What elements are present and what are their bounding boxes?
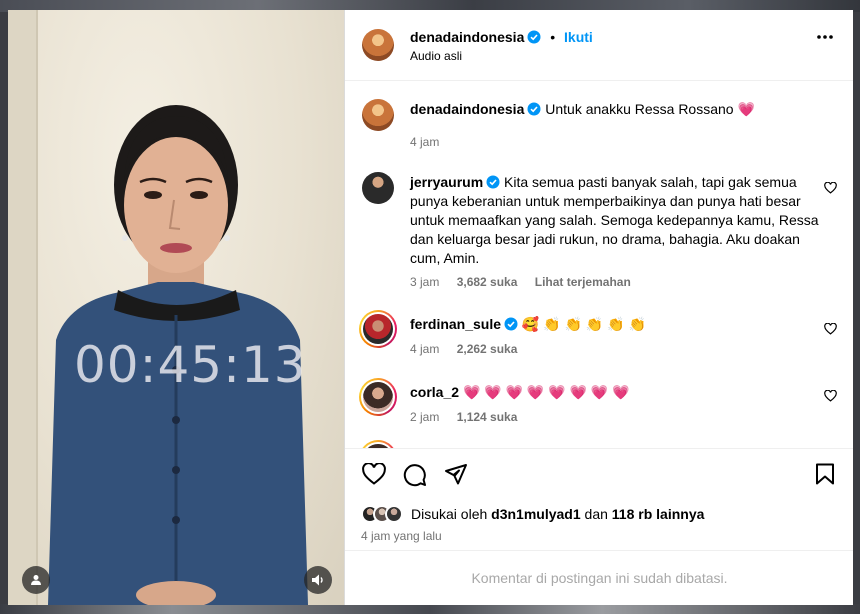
post-panel: denadaindonesia • Ikuti Audio asli denad…	[344, 10, 853, 605]
comment-avatar-partial[interactable]	[359, 440, 397, 448]
caption-meta: 4 jam	[410, 135, 453, 149]
comment-username[interactable]: corla_2	[410, 384, 459, 400]
post-header: denadaindonesia • Ikuti Audio asli	[345, 10, 853, 81]
mute-toggle-button[interactable]	[304, 566, 332, 594]
comment-icon[interactable]	[403, 463, 427, 487]
comment-avatar[interactable]	[359, 378, 397, 416]
comment-username[interactable]: ferdinan_sule	[410, 316, 501, 332]
more-icon[interactable]	[816, 34, 834, 40]
video-timer-overlay: 00:45:13	[74, 336, 307, 394]
comment-avatar[interactable]	[362, 172, 394, 204]
verified-icon	[527, 102, 541, 116]
caption-username[interactable]: denadaindonesia	[410, 101, 524, 117]
comment-body: ferdinan_sule 🥰 👏 👏 👏 👏 👏	[410, 315, 820, 334]
post-modal: 00:45:13 denadaindonesia • Ikuti Audio a…	[8, 10, 853, 605]
share-icon[interactable]	[444, 463, 468, 485]
likes-count[interactable]: 118 rb lainnya	[612, 506, 705, 522]
caption-avatar[interactable]	[362, 99, 394, 131]
liker-username[interactable]: d3n1mulyad1	[491, 506, 580, 522]
user-icon	[31, 575, 41, 585]
likes-middle: dan	[584, 506, 608, 522]
tagged-users-button[interactable]	[22, 566, 50, 594]
caption-time[interactable]: 4 jam	[410, 135, 439, 149]
like-icon[interactable]	[362, 463, 386, 485]
caption: denadaindonesia Untuk anakku Ressa Rossa…	[345, 82, 853, 152]
post-time[interactable]: 4 jam yang lalu	[361, 529, 442, 543]
caption-emoji: 💗	[737, 101, 755, 117]
heart-icon[interactable]	[824, 390, 837, 402]
audio-link[interactable]: Audio asli	[410, 49, 462, 63]
comment-text: 💗 💗 💗 💗 💗 💗 💗 💗	[462, 384, 630, 400]
comments-list[interactable]: denadaindonesia Untuk anakku Ressa Rossa…	[345, 82, 853, 448]
comment-item: corla_2 💗 💗 💗 💗 💗 💗 💗 💗 2 jam 1,124 suka	[345, 376, 853, 432]
heart-icon[interactable]	[824, 182, 837, 194]
backdrop-bottom	[0, 604, 860, 614]
comment-time[interactable]: 4 jam	[410, 342, 439, 356]
comment-avatar[interactable]	[359, 310, 397, 348]
comment-item: jerryaurum Kita semua pasti banyak salah…	[345, 162, 853, 290]
likes-text: Disukai oleh d3n1mulyad1 dan 118 rb lain…	[411, 506, 704, 522]
comment-meta: 4 jam 2,262 suka	[410, 342, 531, 356]
follow-button[interactable]: Ikuti	[564, 29, 593, 45]
comment-body: corla_2 💗 💗 💗 💗 💗 💗 💗 💗	[410, 383, 820, 402]
verified-icon	[527, 30, 541, 44]
comment-item: ferdinan_sule 🥰 👏 👏 👏 👏 👏 4 jam 2,262 su…	[345, 308, 853, 364]
author-line: denadaindonesia • Ikuti	[410, 29, 593, 45]
comment-time[interactable]: 2 jam	[410, 410, 439, 424]
comment-likes[interactable]: 2,262 suka	[457, 342, 518, 356]
translate-link[interactable]: Lihat terjemahan	[535, 275, 631, 289]
caption-text: Untuk anakku Ressa Rossano	[545, 101, 734, 117]
liker-avatar	[385, 505, 403, 523]
action-bar: Disukai oleh d3n1mulyad1 dan 118 rb lain…	[345, 448, 853, 558]
likes-summary: Disukai oleh d3n1mulyad1 dan 118 rb lain…	[361, 505, 704, 523]
likes-prefix: Disukai oleh	[411, 506, 488, 522]
author-username[interactable]: denadaindonesia	[410, 29, 524, 45]
comment-meta: 2 jam 1,124 suka	[410, 410, 531, 424]
backdrop-left	[0, 12, 8, 604]
comment-body: jerryaurum Kita semua pasti banyak salah…	[410, 173, 820, 268]
comment-likes[interactable]: 3,682 suka	[457, 275, 518, 289]
separator-dot: •	[550, 29, 556, 45]
comment-time[interactable]: 3 jam	[410, 275, 439, 289]
comment-username[interactable]: jerryaurum	[410, 174, 483, 190]
comment-likes[interactable]: 1,124 suka	[457, 410, 518, 424]
video-player[interactable]: 00:45:13	[8, 10, 344, 605]
backdrop-right	[853, 12, 860, 604]
comment-text: 🥰 👏 👏 👏 👏 👏	[521, 316, 646, 332]
verified-icon	[504, 317, 518, 331]
author-avatar[interactable]	[362, 29, 394, 61]
caption-text-line: denadaindonesia Untuk anakku Ressa Rossa…	[410, 100, 820, 119]
comment-meta: 3 jam 3,682 suka Lihat terjemahan	[410, 275, 645, 289]
comments-restricted-notice: Komentar di postingan ini sudah dibatasi…	[345, 550, 853, 605]
video-frame-person	[48, 105, 308, 605]
speaker-icon	[312, 574, 323, 586]
save-icon[interactable]	[815, 463, 835, 485]
heart-icon[interactable]	[824, 323, 837, 335]
verified-icon	[486, 175, 500, 189]
